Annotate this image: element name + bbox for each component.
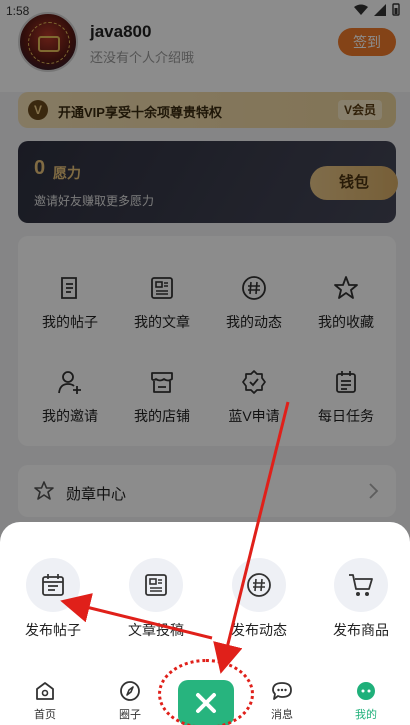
tab-circle[interactable]: 圈子 xyxy=(100,680,160,725)
tab-mine[interactable]: 我的 xyxy=(336,680,396,725)
chat-icon xyxy=(272,682,292,700)
home-icon xyxy=(36,682,54,700)
tab-home[interactable]: 首页 xyxy=(15,680,75,725)
submit-article-button[interactable]: 文章投稿 xyxy=(111,558,201,638)
publish-product-button[interactable]: 发布商品 xyxy=(316,558,406,638)
publish-moment-button[interactable]: 发布动态 xyxy=(214,558,304,638)
tab-messages[interactable]: 消息 xyxy=(252,680,312,725)
hashtag-icon xyxy=(247,573,271,597)
article-icon xyxy=(145,574,167,596)
publish-post-button[interactable]: 发布帖子 xyxy=(8,558,98,638)
cart-icon xyxy=(349,574,373,596)
highlight-circle xyxy=(158,659,254,725)
compass-icon xyxy=(120,681,140,701)
calendar-icon xyxy=(42,574,64,596)
profile-icon xyxy=(357,682,375,700)
